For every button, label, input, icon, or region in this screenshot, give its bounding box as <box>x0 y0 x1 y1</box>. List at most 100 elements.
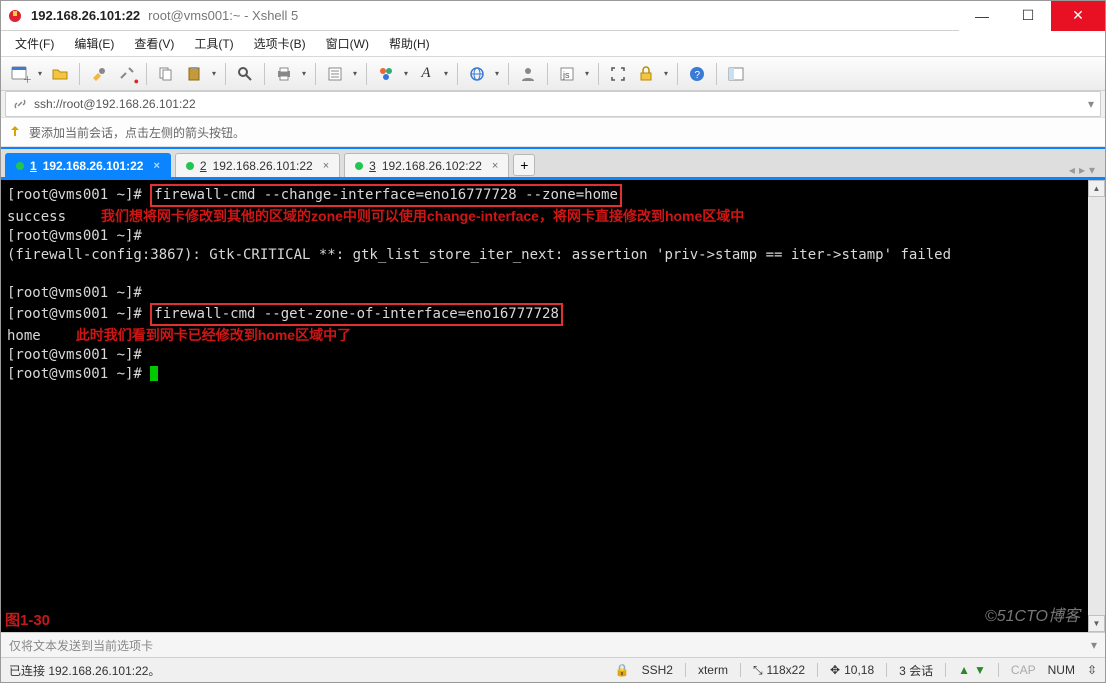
sessions-panel-button[interactable] <box>723 61 749 87</box>
new-session-dropdown[interactable]: ▾ <box>35 61 45 87</box>
properties-dropdown[interactable]: ▾ <box>350 61 360 87</box>
menu-window[interactable]: 窗口(W) <box>320 31 375 56</box>
status-protocol: SSH2 <box>642 663 673 677</box>
scroll-down-icon[interactable]: ▼ <box>1088 615 1105 632</box>
watermark-text: ©51CTO博客 <box>985 607 1080 626</box>
tab-close-icon[interactable]: × <box>323 160 329 172</box>
terminal-prompt: [root@vms001 ~]# <box>7 366 150 382</box>
hint-bar: 要添加当前会话，点击左侧的箭头按钮。 <box>1 117 1105 147</box>
color-scheme-dropdown[interactable]: ▾ <box>401 61 411 87</box>
menu-view[interactable]: 查看(V) <box>128 31 180 56</box>
cursor-icon <box>150 366 158 381</box>
maximize-button[interactable]: ☐ <box>1005 1 1051 31</box>
separator <box>225 63 226 85</box>
lock-dropdown[interactable]: ▾ <box>661 61 671 87</box>
properties-icon <box>326 65 344 83</box>
print-button[interactable] <box>271 61 297 87</box>
app-icon <box>7 8 23 24</box>
separator <box>508 63 509 85</box>
chevron-left-icon[interactable]: ◂ <box>1069 163 1075 177</box>
script-dropdown[interactable]: ▾ <box>582 61 592 87</box>
fullscreen-button[interactable] <box>605 61 631 87</box>
chevron-down-icon[interactable]: ▾ <box>1088 97 1094 111</box>
session-tab-3[interactable]: 3 192.168.26.102:22 × <box>344 153 509 177</box>
bookmark-arrow-icon[interactable] <box>7 124 23 140</box>
paste-dropdown[interactable]: ▾ <box>209 61 219 87</box>
chevron-down-icon[interactable]: ▾ <box>1089 163 1095 177</box>
font-dropdown[interactable]: ▾ <box>441 61 451 87</box>
menu-help[interactable]: 帮助(H) <box>383 31 436 56</box>
menu-tools[interactable]: 工具(T) <box>188 31 239 56</box>
terminal-output: success <box>7 209 66 225</box>
scroll-up-icon[interactable]: ▲ <box>1088 180 1105 197</box>
chevron-right-icon[interactable]: ▸ <box>1079 163 1085 177</box>
open-session-button[interactable] <box>47 61 73 87</box>
script-button[interactable]: js <box>554 61 580 87</box>
palette-icon <box>377 65 395 83</box>
session-tab-1[interactable]: 1 192.168.26.101:22 × <box>5 153 171 177</box>
tab-label: 192.168.26.101:22 <box>43 159 144 173</box>
menu-tabs[interactable]: 选项卡(B) <box>248 31 312 56</box>
disconnect-button[interactable]: ● <box>114 61 140 87</box>
status-lock-icon: 🔒 <box>615 663 630 677</box>
lock-icon <box>637 65 655 83</box>
reconnect-button[interactable] <box>86 61 112 87</box>
paste-button[interactable] <box>181 61 207 87</box>
window-title-rest: root@vms001:~ - Xshell 5 <box>148 8 298 23</box>
terminal-command-boxed: firewall-cmd --get-zone-of-interface=eno… <box>150 303 563 326</box>
font-button[interactable]: A <box>413 61 439 87</box>
vertical-scrollbar[interactable]: ▲ ▼ <box>1088 180 1105 632</box>
lock-button[interactable] <box>633 61 659 87</box>
search-icon <box>236 65 254 83</box>
add-tab-button[interactable]: + <box>513 154 535 176</box>
new-session-button[interactable]: ＋ <box>7 61 33 87</box>
svg-text:js: js <box>562 70 570 80</box>
tab-close-icon[interactable]: × <box>153 160 159 172</box>
svg-text:?: ? <box>695 70 701 81</box>
status-term-type: xterm <box>698 663 728 677</box>
minimize-button[interactable]: — <box>959 1 1005 31</box>
maximize-icon: ☐ <box>1022 7 1035 24</box>
minimize-icon: — <box>975 8 989 24</box>
find-button[interactable] <box>232 61 258 87</box>
print-dropdown[interactable]: ▾ <box>299 61 309 87</box>
address-text: ssh://root@192.168.26.101:22 <box>34 97 196 111</box>
status-dot-icon <box>16 162 24 170</box>
separator <box>598 63 599 85</box>
separator <box>457 63 458 85</box>
status-traffic-icon: ▲ ▼ <box>958 663 986 677</box>
help-button[interactable]: ? <box>684 61 710 87</box>
copy-button[interactable] <box>153 61 179 87</box>
terminal-prompt: [root@vms001 ~]# <box>7 347 150 363</box>
menu-edit[interactable]: 编辑(E) <box>68 31 120 56</box>
tab-strip: 1 192.168.26.101:22 × 2 192.168.26.101:2… <box>1 147 1105 177</box>
figure-label: 图1-30 <box>5 611 50 630</box>
panel-icon <box>727 65 745 83</box>
close-icon: ✕ <box>1072 7 1084 24</box>
tab-number: 2 <box>200 159 207 173</box>
tab-close-icon[interactable]: × <box>492 160 498 172</box>
status-cursor-text: 10,18 <box>844 663 874 677</box>
address-bar[interactable]: ssh://root@192.168.26.101:22 ▾ <box>5 91 1101 117</box>
color-scheme-button[interactable] <box>373 61 399 87</box>
session-tab-2[interactable]: 2 192.168.26.101:22 × <box>175 153 340 177</box>
tab-label: 192.168.26.102:22 <box>382 159 482 173</box>
terminal-command-boxed: firewall-cmd --change-interface=eno16777… <box>150 184 622 207</box>
send-input-bar[interactable]: 仅将文本发送到当前选项卡 ▾ <box>1 632 1105 658</box>
scroll-track[interactable] <box>1088 197 1105 615</box>
status-sessions: 3 会话 <box>899 662 933 679</box>
user-icon <box>519 65 537 83</box>
menu-bar: 文件(F) 编辑(E) 查看(V) 工具(T) 选项卡(B) 窗口(W) 帮助(… <box>1 31 1105 57</box>
user-button[interactable] <box>515 61 541 87</box>
separator <box>146 63 147 85</box>
arrows-up-down-icon: ▲ <box>958 663 970 677</box>
close-button[interactable]: ✕ <box>1051 1 1105 31</box>
status-bar: 已连接 192.168.26.101:22。 🔒 SSH2 xterm ⤡ 11… <box>1 658 1105 682</box>
menu-file[interactable]: 文件(F) <box>9 31 60 56</box>
properties-button[interactable] <box>322 61 348 87</box>
encoding-dropdown[interactable]: ▾ <box>492 61 502 87</box>
status-cursor: ✥ 10,18 <box>830 663 874 677</box>
encoding-button[interactable] <box>464 61 490 87</box>
chevron-down-icon[interactable]: ▾ <box>1091 638 1097 652</box>
terminal[interactable]: [root@vms001 ~]# firewall-cmd --change-i… <box>1 180 1088 632</box>
